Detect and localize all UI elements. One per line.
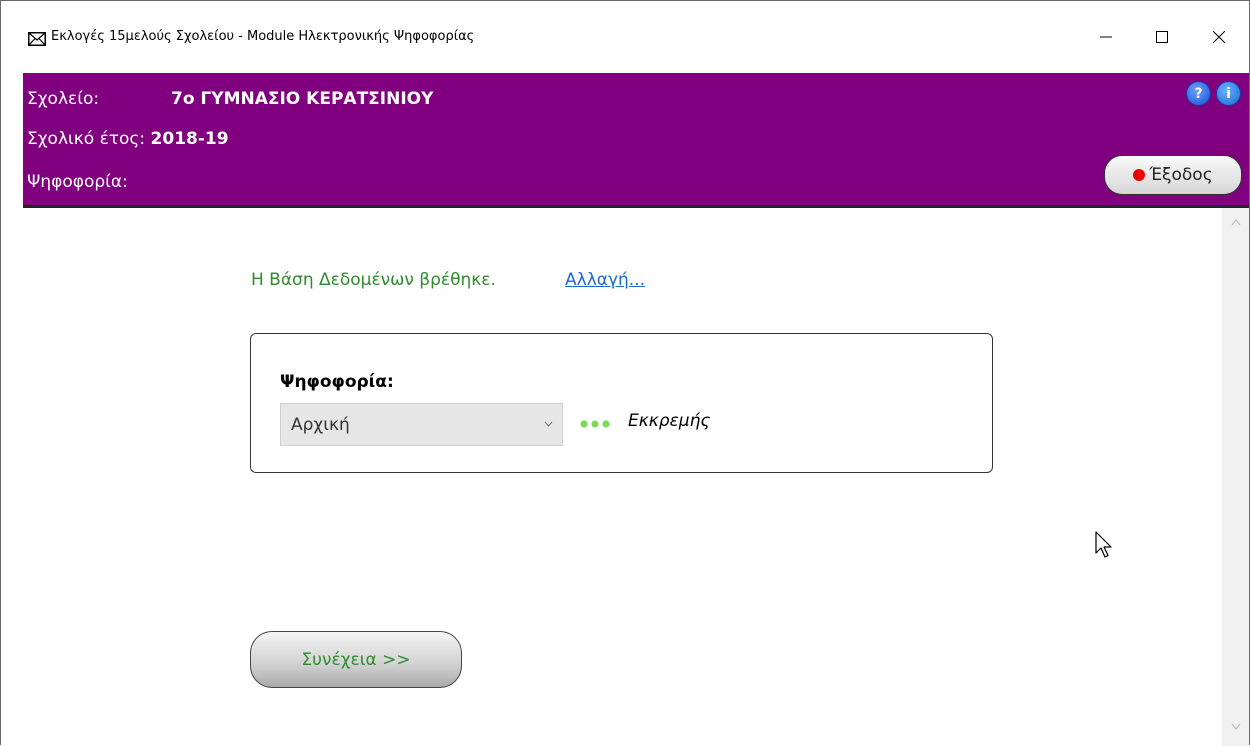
vote-select-value: Αρχική	[291, 415, 350, 435]
help-icon[interactable]: ?	[1186, 81, 1211, 106]
vote-status-text: Εκκρεμής	[628, 411, 711, 431]
vote-label: Ψηφοφορία:	[280, 372, 394, 392]
scroll-up-arrow-icon[interactable]	[1231, 218, 1241, 226]
exit-button[interactable]: Έξοδος	[1104, 155, 1242, 195]
vote-selection-panel: Ψηφοφορία: Αρχική Εκκρεμής	[250, 333, 993, 473]
red-dot-icon	[1133, 169, 1146, 181]
title-bar: Εκλογές 15μελούς Σχολείου - Module Ηλεκτ…	[1, 1, 1249, 73]
minimize-icon	[1100, 36, 1112, 38]
exit-button-label: Έξοδος	[1149, 165, 1213, 185]
school-label: Σχολείο:	[27, 89, 100, 109]
minimize-button[interactable]	[1083, 21, 1129, 53]
school-year-value: 2018-19	[150, 129, 229, 149]
vertical-scrollbar[interactable]	[1222, 208, 1249, 746]
database-status-text: Η Βάση Δεδομένων βρέθηκε.	[251, 270, 496, 290]
maximize-icon	[1156, 31, 1168, 43]
continue-button[interactable]: Συνέχεια >>	[250, 631, 462, 688]
header-vote-label: Ψηφοφορία:	[27, 172, 128, 192]
app-window: Εκλογές 15μελούς Σχολείου - Module Ηλεκτ…	[0, 0, 1250, 746]
maximize-button[interactable]	[1139, 21, 1185, 53]
school-year: Σχολικό έτος: 2018-19	[27, 129, 229, 149]
scroll-down-arrow-icon[interactable]	[1231, 723, 1241, 731]
window-title: Εκλογές 15μελούς Σχολείου - Module Ηλεκτ…	[51, 29, 475, 44]
envelope-icon	[28, 32, 46, 46]
school-name: 7ο ΓΥΜΝΑΣΙΟ ΚΕΡΑΤΣΙΝΙΟΥ	[171, 89, 434, 109]
school-year-label: Σχολικό έτος:	[27, 129, 146, 149]
vote-select-dropdown[interactable]: Αρχική	[280, 403, 563, 446]
mouse-pointer-icon	[1095, 531, 1112, 558]
database-change-link[interactable]: Αλλαγή...	[565, 270, 645, 290]
close-button[interactable]	[1196, 21, 1242, 53]
close-icon	[1213, 31, 1225, 43]
chevron-down-icon	[544, 421, 553, 427]
school-header: Σχολείο: 7ο ΓΥΜΝΑΣΙΟ ΚΕΡΑΤΣΙΝΙΟΥ Σχολικό…	[23, 73, 1249, 208]
pending-status-dots-icon	[580, 420, 610, 428]
info-icon[interactable]: i	[1216, 81, 1241, 106]
